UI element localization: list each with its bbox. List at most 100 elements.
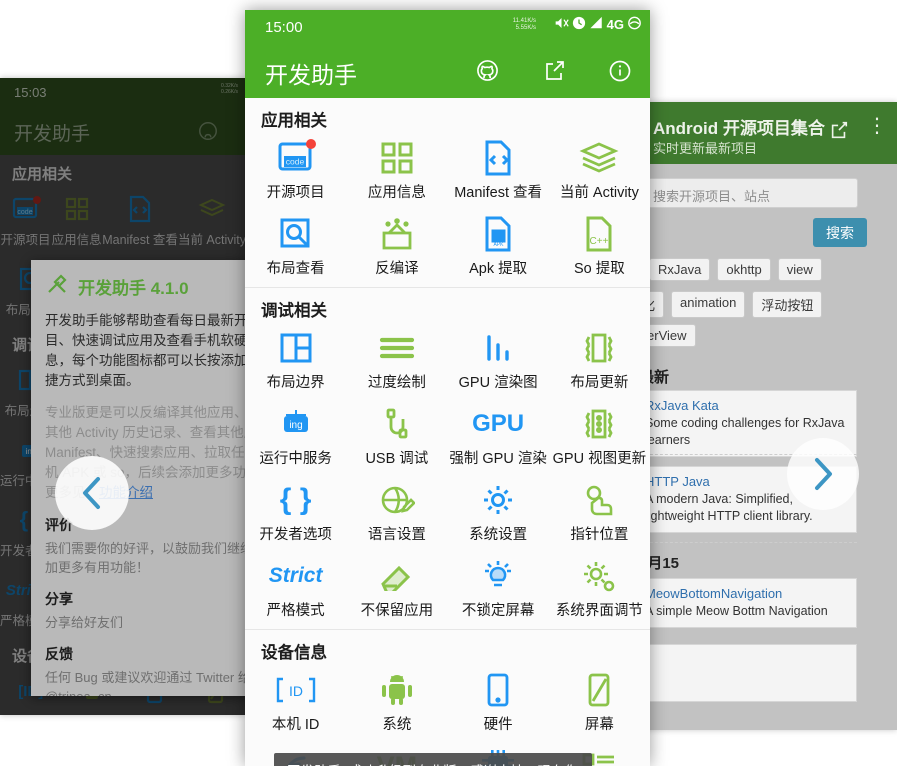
app-tile-appinfo[interactable]: 应用信息: [346, 133, 447, 209]
app-tile-manifest[interactable]: Manifest 查看: [448, 133, 549, 209]
app-tile-apk[interactable]: APK Apk 提取: [448, 209, 549, 285]
tile-label: 系统设置: [469, 527, 528, 543]
tile-label: 不保留应用: [360, 603, 434, 619]
device-tile-screen[interactable]: 屏幕: [549, 665, 650, 741]
debug-tile-language[interactable]: 语言设置: [346, 475, 447, 551]
left-tile-label: 硬件: [123, 711, 185, 715]
center-grid-2c: { } 开发者选项 语言设置 系统设置 指针位置: [245, 475, 650, 551]
dialog-feedback-title: 反馈: [45, 646, 73, 662]
debug-tile-nolock[interactable]: 不锁定屏幕: [448, 551, 549, 627]
debug-tile-gpuview[interactable]: GPU 视图更新: [549, 399, 650, 475]
chevron-left-icon[interactable]: [55, 456, 129, 530]
toast-message: 开发助手: 成功升级到专业版，感谢支持，现在你可以使用专业版功能了: [274, 753, 592, 766]
center-phone-screen: 15:00 11.41K/s 5.55K/s 4G 开发助手 应用相关 code…: [245, 10, 650, 766]
github-icon[interactable]: [475, 58, 500, 88]
signal-icon: [589, 16, 604, 33]
debug-tile-strict[interactable]: Strict 严格模式: [245, 551, 346, 627]
svg-text:ing: ing: [289, 420, 302, 431]
dialog-header: 开发助手 4.1.0: [45, 272, 246, 301]
svg-text:code: code: [285, 157, 304, 167]
tag-row-3: RecyclerView: [645, 324, 696, 347]
github-icon[interactable]: [197, 120, 219, 147]
debug-tile-nokeep[interactable]: 不保留应用: [346, 551, 447, 627]
center-content: 应用相关 code 开源项目 应用信息 Manifest 查看 当前 Activ…: [245, 98, 650, 766]
debug-tile-systemsettings[interactable]: 系统设置: [448, 475, 549, 551]
left-app-title: 开发助手: [14, 124, 91, 145]
left-speed-down: 0.26K/s: [221, 89, 238, 95]
tag-chip[interactable]: 浮动按钮: [752, 291, 823, 318]
tag-chip[interactable]: RecyclerView: [645, 324, 696, 347]
left-grid-1: code 开源项目 应用信息 Manifest 查看 当前 Activity: [0, 186, 246, 256]
app-tile-activity[interactable]: 当前 Activity: [549, 133, 650, 209]
search-button[interactable]: 搜索: [813, 218, 867, 247]
debug-tile-bounds[interactable]: 布局边界: [245, 323, 346, 399]
right-app-title: Android 开源项目集合: [653, 119, 825, 138]
device-tile-id[interactable]: ID 本机 ID: [245, 665, 346, 741]
wifi-icon: [627, 16, 642, 33]
app-tile-layoutview[interactable]: 布局查看: [245, 209, 346, 285]
gpu-view-refresh-icon: [549, 403, 650, 445]
left-tile[interactable]: Manifest 查看: [102, 186, 178, 256]
debug-tile-pointer[interactable]: 指针位置: [549, 475, 650, 551]
info-icon[interactable]: [608, 59, 632, 88]
tag-row-1: RxJava okhttp view: [649, 258, 822, 281]
dialog-feedback-text: 任何 Bug 或建议欢迎通过 Twitter 给我: [45, 670, 246, 685]
debug-tile-gpurender[interactable]: GPU 渲染图: [448, 323, 549, 399]
share-icon[interactable]: [542, 59, 566, 88]
svg-text:ID: ID: [289, 683, 303, 699]
tag-chip[interactable]: okhttp: [717, 258, 771, 281]
debug-tile-devoptions[interactable]: { } 开发者选项: [245, 475, 346, 551]
left-tile-label: 系统: [62, 711, 124, 715]
gear-icon: [448, 479, 549, 521]
tile-label: 硬件: [483, 717, 513, 733]
share-icon[interactable]: [829, 120, 849, 145]
strict-text-icon: Strict: [268, 564, 323, 587]
tile-label: 本机 ID: [271, 717, 320, 733]
tile-label: 运行中服务: [259, 451, 332, 467]
search-input[interactable]: 搜索开源项目、站点: [645, 178, 858, 208]
code-file-icon: [102, 192, 178, 226]
svg-text:APK: APK: [494, 242, 505, 248]
left-tile-label: 本机 ID: [0, 711, 62, 715]
project-card-desc: A simple Meow Bottm Navigation: [645, 604, 828, 618]
chevron-right-icon[interactable]: [787, 438, 859, 510]
dialog-feedback-sub: 任何 Bug 或建议欢迎通过 Twitter 给我 @trinea_cn: [45, 668, 246, 696]
center-app-bar: 开发助手: [245, 46, 650, 98]
center-status-clock: 15:00: [265, 19, 303, 36]
left-tile[interactable]: 应用信息: [51, 186, 102, 256]
pointer-hand-icon: [549, 479, 650, 521]
project-card[interactable]: MeowBottomNavigation A simple Meow Bottm…: [645, 578, 857, 628]
debug-tile-overdraw[interactable]: 过度绘制: [346, 323, 447, 399]
center-section-title-3: 设备信息: [261, 644, 327, 662]
debug-tile-forcegpu[interactable]: GPU 强制 GPU 渲染: [448, 399, 549, 475]
device-tile-system[interactable]: 系统: [346, 665, 447, 741]
left-tile-label: 当前 Activity: [177, 233, 246, 247]
twitter-handle-link[interactable]: @trinea_cn: [45, 689, 112, 696]
left-tile[interactable]: 当前 Activity: [178, 186, 246, 256]
right-app-bar: Android 开源项目集合 实时更新最新项目 ⋮: [645, 102, 897, 164]
app-tile-decompile[interactable]: 反编译: [346, 209, 447, 285]
center-section-title-1: 应用相关: [261, 112, 327, 130]
debug-tile-layoutupdate[interactable]: 布局更新: [549, 323, 650, 399]
app-tile-opensource[interactable]: code 开源项目: [245, 133, 346, 209]
curly-braces-icon: { }: [279, 483, 312, 516]
project-card[interactable]: [645, 644, 857, 702]
dialog-rate-sub: 我们需要你的好评，以鼓励我们继续增加更多有用功能！: [45, 541, 246, 575]
tag-chip[interactable]: view: [777, 258, 822, 281]
magnifier-box-icon: [245, 213, 346, 255]
right-phone-screen: Android 开源项目集合 实时更新最新项目 ⋮ 搜索开源项目、站点 搜索 R…: [645, 102, 897, 730]
center-speed-down: 5.55K/s: [515, 25, 536, 31]
left-tile[interactable]: code 开源项目: [0, 186, 51, 256]
debug-tile-uituner[interactable]: 系统界面调节: [549, 551, 650, 627]
tag-chip[interactable]: RxJava: [649, 258, 711, 281]
device-tile-hardware[interactable]: 硬件: [448, 665, 549, 741]
center-grid-1b: 布局查看 反编译 APK Apk 提取 C++ So 提取: [245, 209, 650, 285]
app-tile-so[interactable]: C++ So 提取: [549, 209, 650, 285]
more-vertical-icon[interactable]: ⋮: [867, 116, 887, 136]
tile-label: 反编译: [375, 261, 419, 277]
gear-tuner-icon: [549, 555, 650, 597]
debug-tile-services[interactable]: ing 运行中服务: [245, 399, 346, 475]
tile-label: GPU 渲染图: [458, 375, 538, 391]
debug-tile-usb[interactable]: USB 调试: [346, 399, 447, 475]
tag-chip[interactable]: animation: [671, 291, 746, 318]
